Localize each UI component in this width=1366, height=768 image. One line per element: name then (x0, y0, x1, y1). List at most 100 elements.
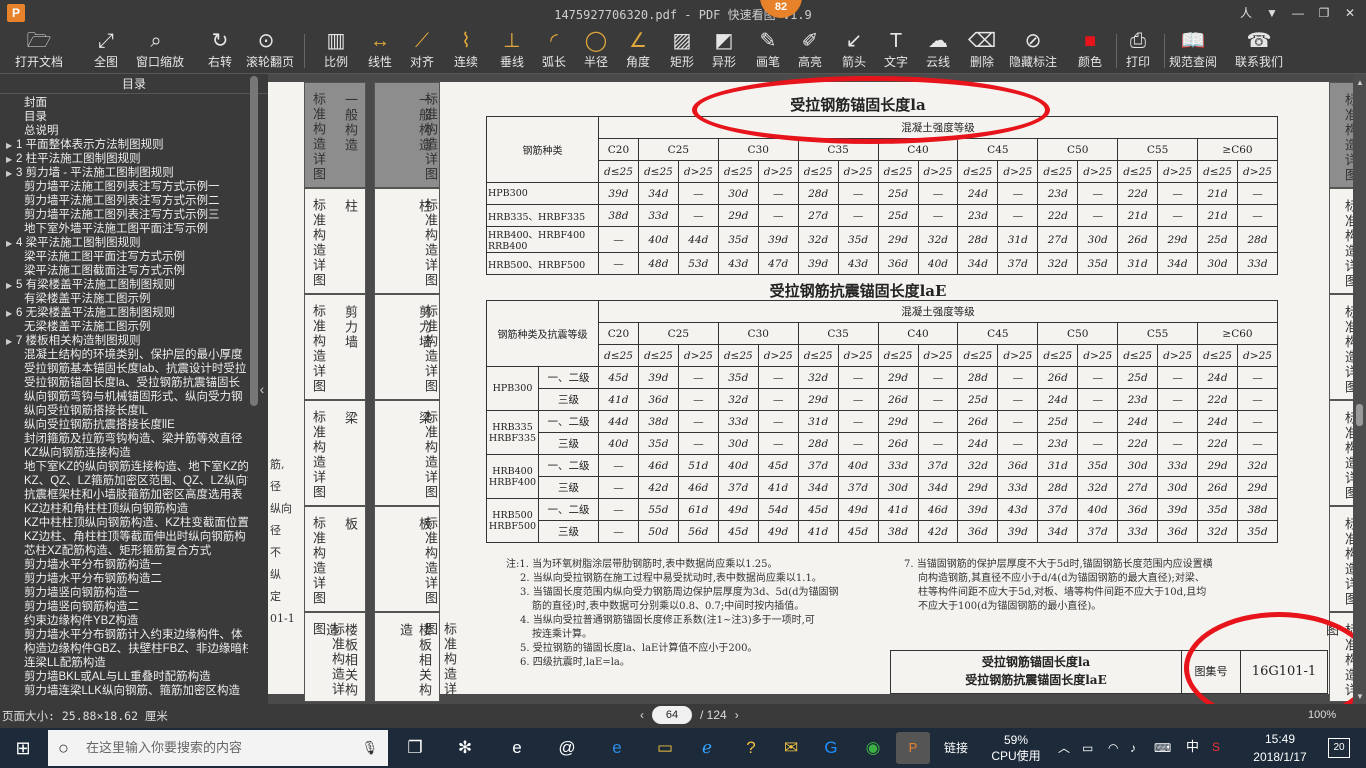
expand-icon[interactable]: ▶ (6, 153, 16, 166)
toc-item[interactable]: 剪力墙平法施工图列表注写方式示例一 (0, 180, 248, 194)
toc-item[interactable]: 有梁楼盖平法施工图示例 (0, 292, 248, 306)
toc-item[interactable]: 梁平法施工图平面注写方式示例 (0, 250, 248, 264)
color-button[interactable]: ■ 颜色 (1070, 28, 1110, 72)
collapse-sidebar-icon[interactable]: ‹ (256, 374, 268, 404)
user-icon[interactable]: 人 (1236, 3, 1256, 23)
maximize-button[interactable]: ❐ (1314, 3, 1334, 23)
toc-item[interactable]: 剪力墙水平分布钢筋构造一 (0, 558, 248, 572)
taskbar-search[interactable]: ○ 在这里输入你要搜索的内容 🎙 (48, 730, 388, 766)
keyboard-icon[interactable]: ⌨ (1154, 741, 1171, 755)
fan-app-icon[interactable]: ✻ (448, 732, 482, 764)
toc-item[interactable]: 剪力墙竖向钢筋构造二 (0, 600, 248, 614)
delete-button[interactable]: ⌫ 删除 (962, 28, 1002, 72)
scroll-up-icon[interactable]: ▲ (1356, 78, 1364, 87)
tray-chevron-icon[interactable]: ︿ (1058, 741, 1070, 755)
toc-item[interactable]: 无梁楼盖平法施工图示例 (0, 320, 248, 334)
toc-scrollbar[interactable] (250, 76, 258, 406)
edge-icon[interactable]: e (600, 732, 634, 764)
minimize-button[interactable]: — (1288, 3, 1308, 23)
microphone-icon[interactable]: 🎙 (361, 730, 378, 766)
clock-time[interactable]: 15:49 (1240, 732, 1320, 746)
document-viewer[interactable]: 筋, 径纵向径不纵定 01-1 一般构造柱剪力墙梁板楼板相关构造 标准构造详图 标准构造… (268, 74, 1366, 704)
zoom-level[interactable]: 100% (1308, 709, 1336, 721)
scroll-down-icon[interactable]: ▼ (1356, 692, 1364, 701)
toc-item[interactable]: ▶ 5 有梁楼盖平法施工图制图规则 (0, 278, 248, 292)
toc-item[interactable]: KZ边柱、角柱柱顶等截面伸出时纵向钢筋构 (0, 530, 248, 544)
toc-item[interactable]: 纵向受拉钢筋搭接长度lL (0, 404, 248, 418)
ie-browser-icon[interactable]: e (500, 732, 534, 764)
highlight-button[interactable]: ✐ 高亮 (790, 28, 830, 72)
toc-item[interactable]: 目录 (0, 110, 248, 124)
page-number-input[interactable]: 64 (652, 706, 692, 724)
toc-item[interactable]: KZ中柱柱顶纵向钢筋构造、KZ柱变截面位置 (0, 516, 248, 530)
dropdown-icon[interactable]: ▼ (1262, 3, 1282, 23)
toc-item[interactable]: 剪力墙竖向钢筋构造一 (0, 586, 248, 600)
toc-item[interactable]: ▶ 6 无梁楼盖平法施工图制图规则 (0, 306, 248, 320)
toc-item[interactable]: 受拉钢筋基本锚固长度lab、抗震设计时受拉 (0, 362, 248, 376)
contact-us-button[interactable]: ☎ 联系我们 (1232, 28, 1286, 72)
toc-item[interactable]: 连梁LL配筋构造 (0, 656, 248, 670)
arc-length-button[interactable]: ◜ 弧长 (534, 28, 574, 72)
vertical-scrollbar[interactable]: ▲ ▼ (1353, 74, 1366, 704)
next-page-icon[interactable]: › (735, 708, 739, 722)
angle-button[interactable]: ∠ 角度 (618, 28, 658, 72)
ime-indicator[interactable]: 中 (1186, 740, 1199, 754)
toc-item[interactable]: 总说明 (0, 124, 248, 138)
irregular-button[interactable]: ◩ 异形 (704, 28, 744, 72)
task-view-icon[interactable]: ❐ (398, 732, 432, 764)
toc-item[interactable]: 梁平法施工图截面注写方式示例 (0, 264, 248, 278)
toc-item[interactable]: ▶ 1 平面整体表示方法制图规则 (0, 138, 248, 152)
scale-button[interactable]: ▥ 比例 (316, 28, 356, 72)
toc-item[interactable]: 剪力墙水平分布钢筋计入约束边缘构件、体 (0, 628, 248, 642)
toc-item[interactable]: 抗震框架柱和小墙肢箍筋加密区高度选用表 (0, 488, 248, 502)
continuous-button[interactable]: ⌇ 连续 (446, 28, 486, 72)
toc-item[interactable]: KZ边柱和角柱柱顶纵向钢筋构造 (0, 502, 248, 516)
toc-item[interactable]: ▶ 2 柱平法施工图制图规则 (0, 152, 248, 166)
expand-icon[interactable]: ▶ (6, 307, 16, 320)
battery-icon[interactable]: ▭ (1082, 741, 1093, 755)
toc-item[interactable]: 构造边缘构件GBZ、扶壁柱FBZ、非边缘暗柱 (0, 642, 248, 656)
toc-item[interactable]: ▶ 3 剪力墙 - 平法施工图制图规则 (0, 166, 248, 180)
spec-lookup-button[interactable]: 📖 规范查阅 (1166, 28, 1220, 72)
windows-start-icon[interactable]: ⊞ (0, 728, 46, 768)
arrow-button[interactable]: ↙ 箭头 (834, 28, 874, 72)
360-browser-icon[interactable]: ◉ (856, 732, 890, 764)
help-app-icon[interactable]: ? (734, 732, 768, 764)
close-button[interactable]: ✕ (1340, 3, 1360, 23)
rectangle-button[interactable]: ▨ 矩形 (662, 28, 702, 72)
toc-item[interactable]: 剪力墙水平分布钢筋构造二 (0, 572, 248, 586)
toc-item[interactable]: KZ、QZ、LZ箍筋加密区范围、QZ、LZ纵向钢 (0, 474, 248, 488)
ie-icon[interactable]: ℯ (690, 732, 724, 764)
window-zoom-button[interactable]: ⌕ 窗口缩放 (136, 28, 184, 72)
rotate-right-button[interactable]: ↻ 右转 (200, 28, 240, 72)
file-explorer-icon[interactable]: ▭ (648, 732, 682, 764)
volume-icon[interactable]: ♪ (1130, 741, 1136, 755)
red-ellipse-annotation-title[interactable] (692, 76, 1050, 144)
fit-all-button[interactable]: ⤢ 全图 (86, 28, 126, 72)
expand-icon[interactable]: ▶ (6, 139, 16, 152)
radius-button[interactable]: ◯ 半径 (576, 28, 616, 72)
toc-item[interactable]: 受拉钢筋锚固长度la、受拉钢筋抗震锚固长 (0, 376, 248, 390)
print-button[interactable]: ⎙ 打印 (1118, 28, 1158, 72)
expand-icon[interactable]: ▶ (6, 279, 16, 292)
toc-item[interactable]: ▶ 7 楼板相关构造制图规则 (0, 334, 248, 348)
cloud-button[interactable]: ☁ 云线 (918, 28, 958, 72)
prev-page-icon[interactable]: ‹ (640, 708, 644, 722)
toc-item[interactable]: 剪力墙平法施工图列表注写方式示例二 (0, 194, 248, 208)
toc-item[interactable]: 纵向受拉钢筋抗震搭接长度llE (0, 418, 248, 432)
expand-icon[interactable]: ▶ (6, 167, 16, 180)
toc-item[interactable]: 封面 (0, 96, 248, 110)
toc-item[interactable]: 地下室外墙平法施工图平面注写示例 (0, 222, 248, 236)
toc-item[interactable]: ▶ 4 梁平法施工图制图规则 (0, 236, 248, 250)
linear-button[interactable]: ↔ 线性 (360, 28, 400, 72)
pdf-viewer-taskbar-icon[interactable]: P (896, 732, 930, 764)
open-document-button[interactable]: 🗁 打开文档 (12, 28, 66, 72)
spiral-app-icon[interactable]: @ (550, 732, 584, 764)
toc-item[interactable]: 封闭箍筋及拉筋弯钩构造、梁并筋等效直径 (0, 432, 248, 446)
note-app-icon[interactable]: ✉ (774, 732, 808, 764)
expand-icon[interactable]: ▶ (6, 335, 16, 348)
align-button[interactable]: ⟋ 对齐 (402, 28, 442, 72)
toc-item[interactable]: 剪力墙平法施工图列表注写方式示例三 (0, 208, 248, 222)
toc-item[interactable]: 芯柱XZ配筋构造、矩形箍筋复合方式 (0, 544, 248, 558)
wheel-page-button[interactable]: ⊙ 滚轮翻页 (246, 28, 294, 72)
